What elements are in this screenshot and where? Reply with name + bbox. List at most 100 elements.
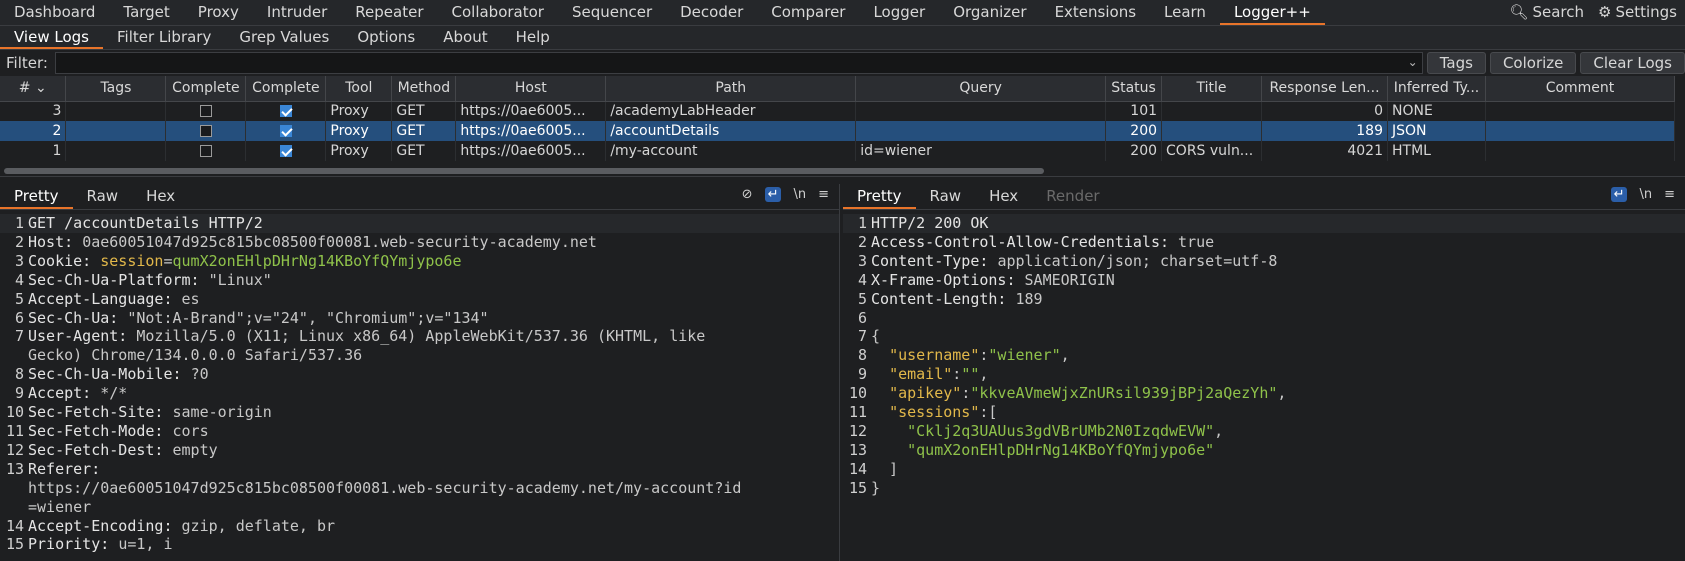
eye-off-icon[interactable]: ⊘ xyxy=(742,187,753,202)
settings-button[interactable]: ⚙ Settings xyxy=(1598,0,1677,24)
tab-intruder[interactable]: Intruder xyxy=(253,0,341,25)
complete-checkbox[interactable] xyxy=(279,145,292,157)
wrap-icon[interactable]: ↵ xyxy=(1610,187,1628,202)
table-row[interactable]: 2 Proxy GET https://0ae6005.../accountDetai… xyxy=(0,121,1676,141)
tab-comparer[interactable]: Comparer xyxy=(757,0,859,25)
column-header-method[interactable]: Method xyxy=(391,76,457,102)
cell-len: 0 xyxy=(1261,101,1388,121)
tab-raw[interactable]: Raw xyxy=(916,184,976,209)
line-number: 13 xyxy=(848,440,867,459)
column-header-num[interactable]: # ⌄ xyxy=(0,76,67,102)
response-editor[interactable]: 1 HTTP/2 200 OK 2 Access-Control-Allow-Cred… xyxy=(843,210,1685,498)
filter-input[interactable]: ⌄ xyxy=(54,52,1423,74)
complete-checkbox[interactable] xyxy=(279,125,292,137)
column-header-complete[interactable]: Complete xyxy=(245,76,327,102)
menu-icon[interactable]: ≡ xyxy=(818,187,829,202)
tab-proxy[interactable]: Proxy xyxy=(184,0,253,25)
search-button[interactable]: 🔍︎ Search xyxy=(1509,0,1584,24)
chevron-down-icon[interactable]: ⌄ xyxy=(1408,55,1418,69)
tab-decoder[interactable]: Decoder xyxy=(666,0,757,25)
code-line: 2 Access-Control-Allow-Credentials: true xyxy=(843,233,1685,252)
tab-repeater[interactable]: Repeater xyxy=(341,0,437,25)
line-text: Content-Type: application/json; charset=… xyxy=(871,252,1277,271)
line-number: 9 xyxy=(14,384,24,403)
complete-checkbox[interactable] xyxy=(199,145,212,157)
line-number: 10 xyxy=(848,384,867,403)
tab-collaborator[interactable]: Collaborator xyxy=(438,0,558,25)
wrap-icon[interactable]: ↵ xyxy=(764,187,782,202)
column-header-complete[interactable]: Complete xyxy=(165,76,247,102)
tab-extensions[interactable]: Extensions xyxy=(1041,0,1150,25)
tab-target[interactable]: Target xyxy=(109,0,183,25)
column-header-inferred-ty[interactable]: Inferred Ty... xyxy=(1387,76,1486,102)
line-number: 11 xyxy=(848,403,867,422)
subtab-view-logs[interactable]: View Logs xyxy=(0,26,103,49)
token: "sessions" xyxy=(889,403,980,422)
tab-pretty[interactable]: Pretty xyxy=(0,184,73,209)
horizontal-scrollbar[interactable] xyxy=(4,168,1044,174)
filter-bar: Filter: ⌄ Tags Colorize Clear Logs xyxy=(0,50,1685,76)
subtab-options[interactable]: Options xyxy=(343,26,429,49)
tags-button[interactable]: Tags xyxy=(1426,52,1486,74)
column-header-query[interactable]: Query xyxy=(855,76,1107,102)
table-row[interactable]: 1 Proxy GET https://0ae6005.../my-account id… xyxy=(0,141,1676,161)
column-header-comment[interactable]: Comment xyxy=(1485,76,1676,102)
line-number xyxy=(0,479,28,498)
tab-dashboard[interactable]: Dashboard xyxy=(0,0,109,25)
cell-c1 xyxy=(165,121,247,141)
line-text: Sec-Ch-Ua: "Not:A-Brand";v="24", "Chromi… xyxy=(28,309,489,328)
code-line: 1 GET /accountDetails HTTP/2 xyxy=(0,214,839,233)
line-text: Sec-Ch-Ua-Platform: "Linux" xyxy=(28,271,272,290)
split-divider[interactable] xyxy=(0,176,1685,184)
tab-hex[interactable]: Hex xyxy=(132,184,189,209)
token: ] xyxy=(871,459,899,478)
code-line: 12 Sec-Fetch-Dest: empty xyxy=(0,441,839,460)
tab-sequencer[interactable]: Sequencer xyxy=(558,0,666,25)
column-header-path[interactable]: Path xyxy=(605,76,857,102)
subtab-grep-values[interactable]: Grep Values xyxy=(225,26,343,49)
token: https://0ae60051047d925c815bc08500f00081… xyxy=(28,478,742,497)
cell-c1 xyxy=(165,101,247,121)
complete-checkbox[interactable] xyxy=(279,105,292,118)
newline-icon[interactable]: \n xyxy=(1639,187,1652,202)
tab-raw[interactable]: Raw xyxy=(73,184,133,209)
line-text: Cookie: session=qumX2onEHlpDHrNg14KBoYfQ… xyxy=(28,252,461,271)
menu-icon[interactable]: ≡ xyxy=(1664,187,1675,202)
tab-organizer[interactable]: Organizer xyxy=(939,0,1040,25)
tab-logger[interactable]: Logger++ xyxy=(1219,0,1325,25)
token: Priority: xyxy=(28,535,119,554)
tab-render: Render xyxy=(1046,187,1100,205)
column-header-tags[interactable]: Tags xyxy=(65,76,167,102)
tab-learn[interactable]: Learn xyxy=(1150,0,1220,25)
tab-hex[interactable]: Hex xyxy=(975,184,1032,209)
clear-logs-button[interactable]: Clear Logs xyxy=(1580,52,1685,74)
subtab-about[interactable]: About xyxy=(429,26,501,49)
column-header-host[interactable]: Host xyxy=(455,76,607,102)
code-line: 7 User-Agent: Mozilla/5.0 (X11; Linux x86… xyxy=(0,327,839,346)
column-header-status[interactable]: Status xyxy=(1105,76,1163,102)
request-editor[interactable]: 1 GET /accountDetails HTTP/2 2 Host: 0ae600… xyxy=(0,210,839,554)
line-text: "Cklj2q3UAUus3gdVBrUMb2N0IzqdwEVW", xyxy=(871,422,1223,441)
subtab-filter-library[interactable]: Filter Library xyxy=(103,26,225,49)
complete-checkbox[interactable] xyxy=(199,125,212,137)
tab-logger[interactable]: Logger xyxy=(859,0,939,25)
line-text: ] xyxy=(871,460,898,479)
subtab-help[interactable]: Help xyxy=(502,26,564,49)
token: Referer: xyxy=(28,459,101,478)
colorize-button[interactable]: Colorize xyxy=(1489,52,1577,74)
column-header-tool[interactable]: Tool xyxy=(325,76,393,102)
column-header-title[interactable]: Title xyxy=(1161,76,1263,102)
cell-type: NONE xyxy=(1387,101,1486,121)
token: qumX2onEHlpDHrNg14KBoYfQYmjypo6e xyxy=(172,251,462,270)
complete-checkbox[interactable] xyxy=(199,105,212,118)
tab-pretty[interactable]: Pretty xyxy=(843,184,916,209)
cell-status: 200 xyxy=(1105,121,1163,141)
line-number: 3 xyxy=(14,251,24,270)
token: "email" xyxy=(889,365,953,384)
cell-status: 200 xyxy=(1105,141,1163,161)
code-line: 13 Referer: xyxy=(0,460,839,479)
column-header-response-len[interactable]: Response Len... xyxy=(1261,76,1388,102)
table-row[interactable]: 3 Proxy GET https://0ae6005.../academyLabHe… xyxy=(0,101,1676,121)
line-text: Sec-Fetch-Site: same-origin xyxy=(28,403,272,422)
newline-icon[interactable]: \n xyxy=(793,187,806,202)
